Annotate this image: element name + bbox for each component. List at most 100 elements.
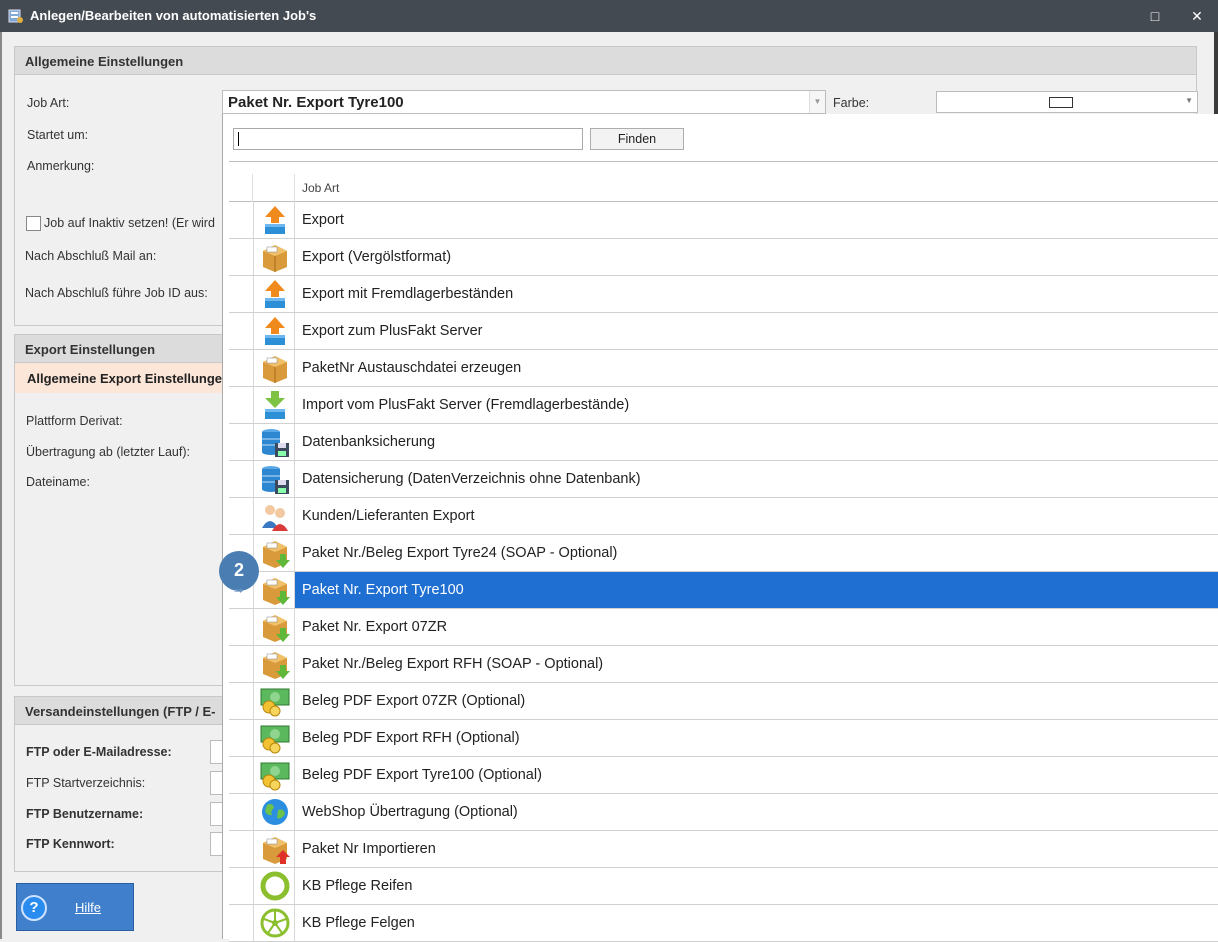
row-icon-cell	[253, 424, 295, 460]
row-indicator	[229, 683, 253, 719]
row-icon-cell	[253, 461, 295, 497]
window-edge	[1214, 32, 1218, 114]
package-green-arrow-icon	[263, 615, 290, 642]
list-item[interactable]: Datenbanksicherung	[229, 424, 1218, 461]
export-settings-title: Export Einstellungen	[25, 342, 156, 357]
list-item[interactable]: WebShop Übertragung (Optional)	[229, 794, 1218, 831]
row-indicator	[229, 609, 253, 645]
list-item[interactable]: KB Pflege Reifen	[229, 868, 1218, 905]
list-item[interactable]: Paket Nr./Beleg Export Tyre24 (SOAP - Op…	[229, 535, 1218, 572]
list-item[interactable]: KB Pflege Felgen	[229, 905, 1218, 942]
money-coins-icon	[260, 688, 290, 717]
list-item-label: Datenbanksicherung	[302, 434, 436, 450]
list-item[interactable]: Export (Vergölstformat)	[229, 239, 1218, 276]
row-icon-cell	[253, 572, 295, 608]
export-settings-header: Export Einstellungen	[15, 335, 223, 363]
list-item-label: Export	[302, 212, 344, 228]
row-icon-cell	[253, 350, 295, 386]
job-art-list: Export Export (Vergölstformat) Export mit …	[229, 202, 1218, 942]
farbe-color-picker[interactable]: ▼	[936, 91, 1198, 113]
row-icon-cell	[253, 905, 295, 941]
row-icon-cell	[253, 276, 295, 312]
list-item-label: Export mit Fremdlagerbeständen	[302, 286, 514, 302]
chevron-down-icon[interactable]: ▼	[1185, 96, 1193, 105]
row-indicator	[229, 276, 253, 312]
list-item-label: Datensicherung (DatenVerzeichnis ohne Da…	[302, 471, 641, 487]
list-item[interactable]: Kunden/Lieferanten Export	[229, 498, 1218, 535]
dateiname-label: Dateiname:	[26, 475, 90, 489]
row-icon-cell	[253, 239, 295, 275]
window-title: Anlegen/Bearbeiten von automatisierten J…	[30, 8, 317, 23]
row-icon-cell	[253, 794, 295, 830]
list-item-label: Beleg PDF Export Tyre100 (Optional)	[302, 767, 542, 783]
database-save-icon	[262, 466, 289, 494]
job-art-value: Paket Nr. Export Tyre100	[228, 94, 404, 111]
job-id-label: Nach Abschluß führe Job ID aus:	[25, 286, 208, 300]
database-save-icon	[262, 429, 289, 457]
export-settings-group: Export Einstellungen Allgemeine Export E…	[14, 334, 224, 686]
list-item[interactable]: Export mit Fremdlagerbeständen	[229, 276, 1218, 313]
window-border	[0, 32, 2, 939]
row-icon-cell	[253, 535, 295, 571]
list-item[interactable]: Import vom PlusFakt Server (Fremdlagerbe…	[229, 387, 1218, 424]
close-button[interactable]: ✕	[1186, 5, 1208, 27]
list-item-label: Beleg PDF Export RFH (Optional)	[302, 730, 520, 746]
help-label: Hilfe	[75, 900, 102, 915]
list-item[interactable]: Beleg PDF Export 07ZR (Optional)	[229, 683, 1218, 720]
money-coins-icon	[260, 725, 290, 754]
list-item[interactable]: Export	[229, 202, 1218, 239]
list-item-label: Export (Vergölstformat)	[302, 249, 452, 265]
row-icon-cell	[253, 757, 295, 793]
list-item-label: Paket Nr./Beleg Export Tyre24 (SOAP - Op…	[302, 545, 618, 561]
tire-ring-icon	[260, 871, 290, 901]
row-icon-cell	[253, 498, 295, 534]
package-green-arrow-icon	[263, 578, 290, 605]
row-icon-cell	[253, 720, 295, 756]
grid-icon-header	[253, 174, 295, 202]
general-settings-header: Allgemeine Einstellungen	[15, 47, 1196, 75]
app-icon	[8, 9, 23, 23]
users-icon	[262, 505, 288, 531]
chevron-down-icon[interactable]: ▼	[809, 91, 825, 113]
row-indicator	[229, 350, 253, 386]
package-green-arrow-icon	[263, 541, 290, 568]
row-pointer-icon: ⇒	[234, 585, 244, 597]
list-item-label: WebShop Übertragung (Optional)	[302, 804, 518, 820]
row-indicator	[229, 720, 253, 756]
divider	[229, 161, 1218, 162]
find-button[interactable]: Finden	[590, 128, 684, 150]
search-input[interactable]	[233, 128, 583, 150]
column-header-job-art[interactable]: Job Art	[302, 181, 339, 195]
export-subheader: Allgemeine Export Einstellunge	[27, 371, 223, 386]
list-item[interactable]: Paket Nr Importieren	[229, 831, 1218, 868]
list-item[interactable]: Paket Nr. Export 07ZR	[229, 609, 1218, 646]
package-red-arrow-icon	[263, 837, 290, 864]
list-item[interactable]: Paket Nr. Export Tyre100	[229, 572, 1218, 609]
inaktiv-checkbox[interactable]	[26, 216, 41, 231]
window-titlebar: Anlegen/Bearbeiten von automatisierten J…	[0, 0, 1218, 32]
list-item[interactable]: Paket Nr./Beleg Export RFH (SOAP - Optio…	[229, 646, 1218, 683]
rim-wheel-icon	[260, 908, 290, 938]
list-item[interactable]: PaketNr Austauschdatei erzeugen	[229, 350, 1218, 387]
row-icon-cell	[253, 868, 295, 904]
list-item[interactable]: Export zum PlusFakt Server	[229, 313, 1218, 350]
ftp-user-label: FTP Benutzername:	[26, 807, 144, 821]
list-item-label: Beleg PDF Export 07ZR (Optional)	[302, 693, 526, 709]
anmerkung-label: Anmerkung:	[27, 159, 95, 173]
list-item-label: Paket Nr. Export 07ZR	[302, 619, 448, 635]
list-item[interactable]: Datensicherung (DatenVerzeichnis ohne Da…	[229, 461, 1218, 498]
row-indicator	[229, 387, 253, 423]
list-item-label: KB Pflege Felgen	[302, 915, 415, 931]
job-art-combobox[interactable]: Paket Nr. Export Tyre100 ▼	[222, 90, 826, 114]
list-item-label: Export zum PlusFakt Server	[302, 323, 483, 339]
ftp-start-label: FTP Startverzeichnis:	[26, 776, 146, 790]
export-arrow-up-icon	[265, 280, 285, 308]
list-item-label: Paket Nr./Beleg Export RFH (SOAP - Optio…	[302, 656, 604, 672]
list-item[interactable]: Beleg PDF Export Tyre100 (Optional)	[229, 757, 1218, 794]
color-swatch	[1049, 97, 1073, 108]
maximize-button[interactable]: □	[1144, 5, 1166, 27]
grid-indicator-header	[229, 174, 253, 202]
general-settings-title: Allgemeine Einstellungen	[25, 54, 184, 69]
help-button[interactable]: ? Hilfe	[16, 883, 134, 931]
list-item[interactable]: Beleg PDF Export RFH (Optional)	[229, 720, 1218, 757]
